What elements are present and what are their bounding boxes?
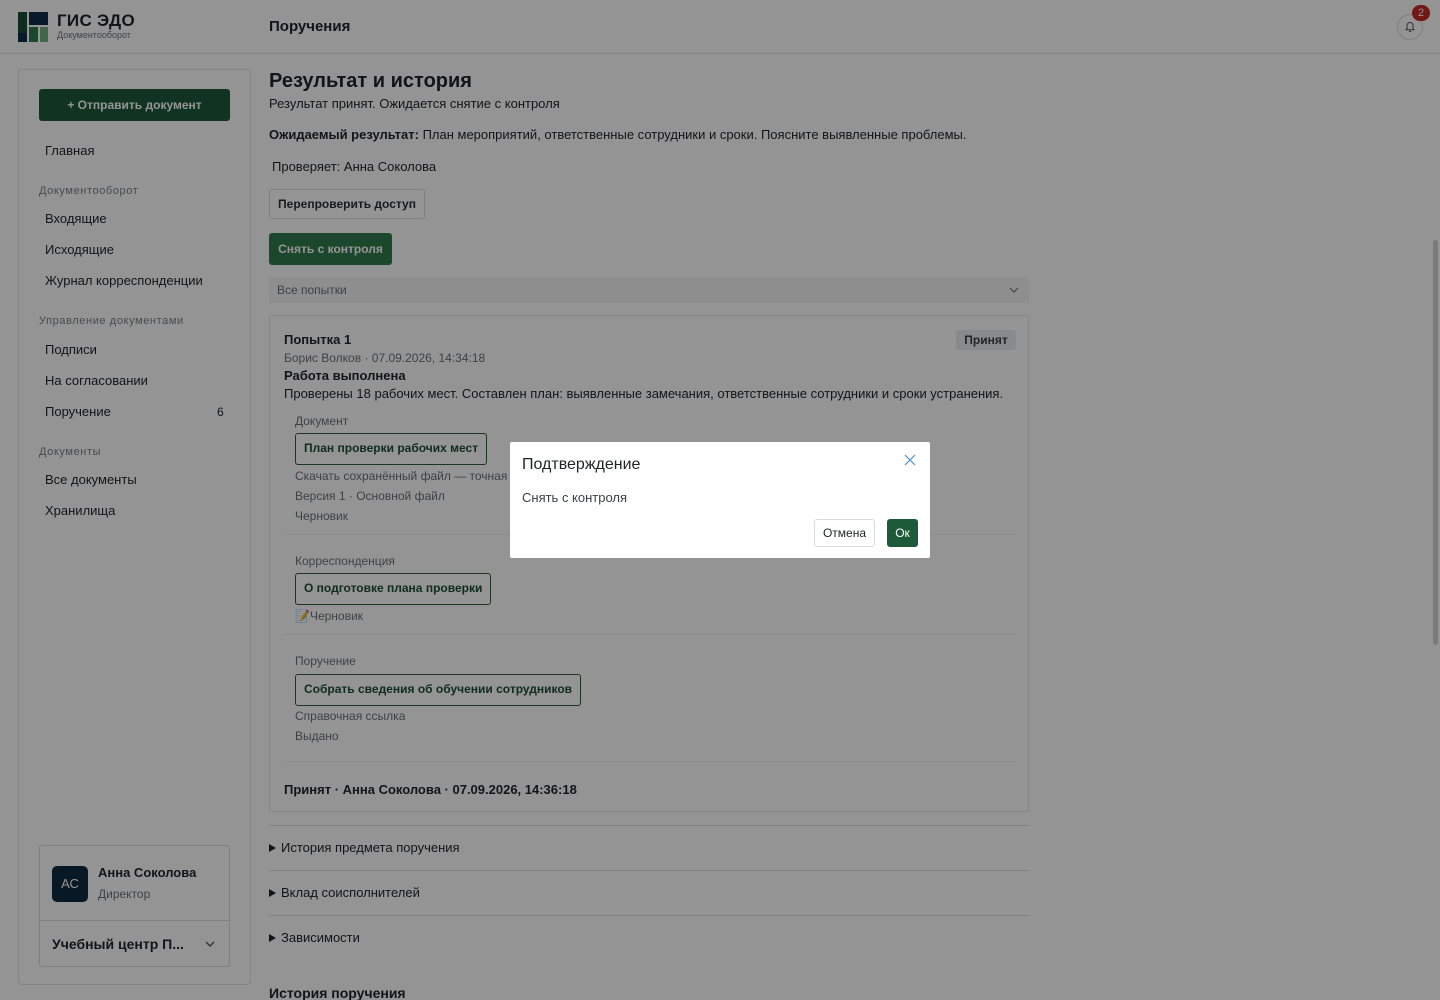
close-icon[interactable] — [903, 453, 917, 467]
cancel-button[interactable]: Отмена — [814, 519, 875, 547]
ok-button[interactable]: Ок — [887, 519, 918, 547]
dialog-body: Снять с контроля — [522, 490, 628, 505]
confirmation-dialog: Подтверждение Снять с контроля Отмена Ок — [510, 442, 930, 558]
dialog-title: Подтверждение — [522, 456, 641, 473]
